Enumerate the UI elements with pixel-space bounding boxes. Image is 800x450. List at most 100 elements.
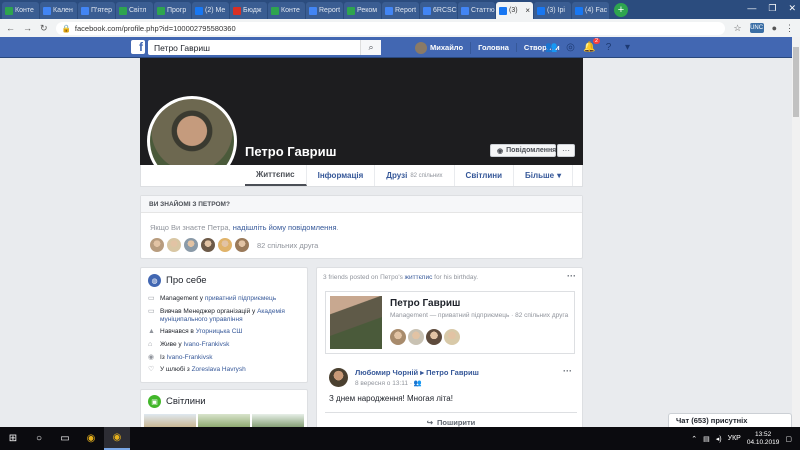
photos-title[interactable]: Світлини [166, 396, 206, 407]
minimize-icon[interactable]: — [747, 3, 756, 14]
facebook-logo-icon[interactable]: f [131, 40, 145, 54]
tab-info[interactable]: Інформація [307, 165, 376, 186]
clock[interactable]: 13:52 04.10.2019 [747, 431, 780, 446]
photo-thumbnail[interactable] [198, 414, 250, 428]
up-arrow-icon[interactable]: ⌃ [691, 435, 697, 443]
birthday-profile-picture[interactable] [330, 296, 382, 349]
search-button[interactable]: ⌕ [360, 40, 381, 55]
friend-avatar[interactable] [166, 237, 182, 253]
message-button[interactable]: ◉ Повідомлення [490, 144, 556, 157]
friend-avatar[interactable] [183, 237, 199, 253]
browser-tab[interactable]: Report [306, 2, 343, 19]
page-scrollbar[interactable] [792, 37, 800, 427]
facebook-top-bar: f Петро Гавриш ⌕ Михайло Головна Створит… [0, 37, 792, 58]
friend-avatar[interactable] [390, 329, 406, 345]
about-row-text: У шлюбі з Zoreslava Havrysh [160, 366, 246, 374]
about-row-link[interactable]: Zoreslava Havrysh [192, 366, 246, 373]
browser-tab[interactable]: П'ятер [78, 2, 115, 19]
share-button[interactable]: ↪ Поширити [325, 412, 577, 427]
browser-tab[interactable]: Report [382, 2, 419, 19]
bookmark-star-icon[interactable]: ☆ [733, 23, 741, 34]
post-target[interactable]: Петро Гавриш [426, 368, 479, 377]
about-row-link[interactable]: приватний підприємець [205, 295, 276, 302]
friend-requests-icon[interactable]: 👥 [545, 41, 558, 54]
friend-avatar[interactable] [200, 237, 216, 253]
avatar[interactable] [329, 368, 348, 387]
browser-tab[interactable]: Конте [268, 2, 305, 19]
new-tab-button[interactable]: + [614, 3, 628, 17]
send-message-link[interactable]: надішліть йому повідомлення [233, 223, 337, 232]
notification-center-icon[interactable]: ▢ [785, 435, 792, 443]
browser-tab[interactable]: (3) × [496, 2, 533, 19]
about-title: Про себе [166, 275, 207, 286]
network-icon[interactable]: ▤ [703, 435, 710, 443]
language-indicator[interactable]: УКР [728, 435, 741, 442]
reload-icon[interactable]: ↻ [40, 23, 48, 34]
more-options-icon[interactable]: ··· [567, 271, 576, 281]
chrome-active-icon[interactable]: ◉ [104, 427, 130, 450]
tab-friends[interactable]: Друзі 82 спільних [375, 165, 455, 186]
photo-thumbnail[interactable] [252, 414, 304, 428]
browser-tab[interactable]: Кален [40, 2, 77, 19]
friend-avatar[interactable] [426, 329, 442, 345]
menu-icon[interactable]: ⋮ [785, 23, 794, 34]
home-icon: ⌂ [148, 340, 153, 348]
back-icon[interactable]: ← [6, 23, 15, 33]
more-options-button[interactable]: ··· [557, 144, 575, 157]
about-row-prefix: Management у [160, 295, 205, 302]
about-row-link[interactable]: Ivano-Frankivsk [167, 354, 213, 361]
profile-icon[interactable]: ● [772, 23, 777, 33]
extension-icon[interactable]: UNC [749, 23, 764, 33]
more-options-icon[interactable]: ··· [563, 366, 572, 376]
mutual-friends-count[interactable]: 82 спільних друга [257, 241, 318, 250]
nav-profile[interactable]: Михайло [408, 41, 472, 54]
volume-icon[interactable]: ◂) [716, 435, 722, 443]
chrome-icon[interactable]: ◉ [78, 427, 104, 450]
chat-bar[interactable]: Чат (653) присутніх [668, 413, 792, 427]
close-icon[interactable]: ✕ [788, 3, 796, 14]
briefcase-icon: ▭ [148, 295, 155, 302]
url-field[interactable]: 🔒 facebook.com/profile.php?id=1000027955… [55, 21, 726, 35]
browser-tab[interactable]: 6RCSC [420, 2, 457, 19]
browser-tab[interactable]: Конте [2, 2, 39, 19]
scrollbar-thumb[interactable] [793, 47, 799, 117]
post-timestamp[interactable]: 8 вересня о 13:11 · 👥 [355, 379, 422, 387]
help-icon[interactable]: ? [602, 41, 615, 54]
about-row-link[interactable]: Ivano-Frankivsk [184, 341, 230, 348]
browser-tab[interactable]: Бюдж [230, 2, 267, 19]
browser-tab[interactable]: (4) Fac [572, 2, 609, 19]
friend-avatar[interactable] [444, 329, 460, 345]
maximize-icon[interactable]: ❐ [768, 3, 776, 14]
tab-timeline[interactable]: Життєпис [245, 165, 307, 186]
browser-tab[interactable]: Статтю [458, 2, 495, 19]
forward-icon[interactable]: → [23, 23, 32, 33]
tab-more[interactable]: Більше ▾ [514, 165, 574, 186]
browser-tab[interactable]: (3) Ірі [534, 2, 571, 19]
browser-tab[interactable]: (2) Ме [192, 2, 229, 19]
photo-thumbnail[interactable] [144, 414, 196, 428]
messenger-icon[interactable]: ◎ [564, 41, 577, 54]
chevron-down-icon[interactable]: ▾ [621, 41, 634, 54]
birthday-profile-name[interactable]: Петро Гавриш [390, 298, 460, 309]
friend-avatar[interactable] [408, 329, 424, 345]
timeline-link[interactable]: життєпис [405, 274, 433, 281]
browser-tab[interactable]: Реком [344, 2, 381, 19]
about-row-link[interactable]: Угорницька СШ [196, 328, 243, 335]
close-tab-icon[interactable]: × [525, 6, 530, 15]
friend-avatar[interactable] [217, 237, 233, 253]
nav-home[interactable]: Головна [471, 43, 517, 52]
browser-tab[interactable]: Прогр [154, 2, 191, 19]
post-author[interactable]: Любомир Чорній [355, 368, 418, 377]
browser-tab[interactable]: Світл [116, 2, 153, 19]
friend-avatar[interactable] [149, 237, 165, 253]
task-view-icon[interactable]: ▭ [52, 427, 78, 450]
clock-date: 04.10.2019 [746, 438, 780, 446]
birthday-profile-card[interactable]: Петро Гавриш Management — приватний підп… [325, 291, 575, 354]
windows-start-icon[interactable]: ⊞ [0, 427, 26, 450]
friend-avatar[interactable] [234, 237, 250, 253]
search-icon[interactable]: ○ [26, 427, 52, 450]
search-input[interactable]: Петро Гавриш [148, 40, 381, 55]
tab-photos[interactable]: Світлини [455, 165, 515, 186]
profile-name[interactable]: Петро Гавриш [245, 144, 336, 159]
notifications-icon[interactable]: 🔔 2 [583, 38, 600, 54]
